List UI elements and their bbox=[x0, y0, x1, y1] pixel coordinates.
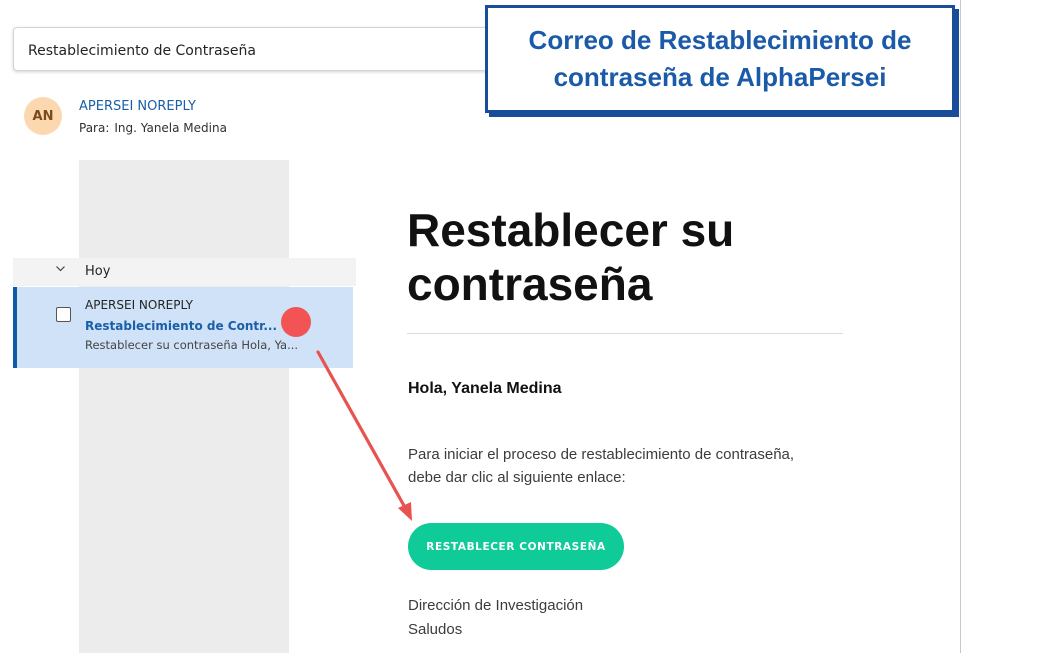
email-body-divider bbox=[407, 333, 843, 334]
email-body-heading: Restablecer su contraseña bbox=[407, 204, 735, 310]
message-item-preview: Restablecer su contraseña Hola, Ya... bbox=[85, 338, 299, 352]
click-indicator-dot bbox=[281, 307, 311, 337]
reset-password-button[interactable]: RESTABLECER CONTRASEÑA bbox=[408, 523, 624, 570]
chevron-down-icon[interactable] bbox=[55, 263, 66, 277]
message-item-sender: APERSEI NOREPLY bbox=[85, 298, 193, 312]
message-group-label: Hoy bbox=[85, 264, 111, 279]
email-signature-closing: Saludos bbox=[408, 621, 463, 638]
to-label: Para: bbox=[79, 121, 110, 135]
email-subject-title: Restablecimiento de Contraseña bbox=[28, 43, 256, 59]
callout-box: Correo de Restablecimiento de contraseña… bbox=[485, 5, 955, 113]
sender-name[interactable]: APERSEI NOREPLY bbox=[79, 99, 196, 114]
recipient-name[interactable]: Ing. Yanela Medina bbox=[114, 121, 227, 135]
message-select-checkbox[interactable] bbox=[56, 307, 71, 322]
sender-avatar[interactable]: AN bbox=[24, 97, 62, 135]
callout-title: Correo de Restablecimiento de contraseña… bbox=[528, 25, 912, 92]
recipient-row: Para: Ing. Yanela Medina bbox=[79, 121, 227, 135]
email-instructions: Para iniciar el proceso de restablecimie… bbox=[408, 446, 795, 486]
email-signature-department: Dirección de Investigación bbox=[408, 597, 584, 614]
message-item-subject: Restablecimiento de Contr... bbox=[85, 319, 277, 333]
email-greeting: Hola, Yanela Medina bbox=[408, 380, 562, 397]
message-group-header[interactable]: Hoy bbox=[13, 258, 356, 286]
email-body-side-column bbox=[79, 160, 289, 653]
